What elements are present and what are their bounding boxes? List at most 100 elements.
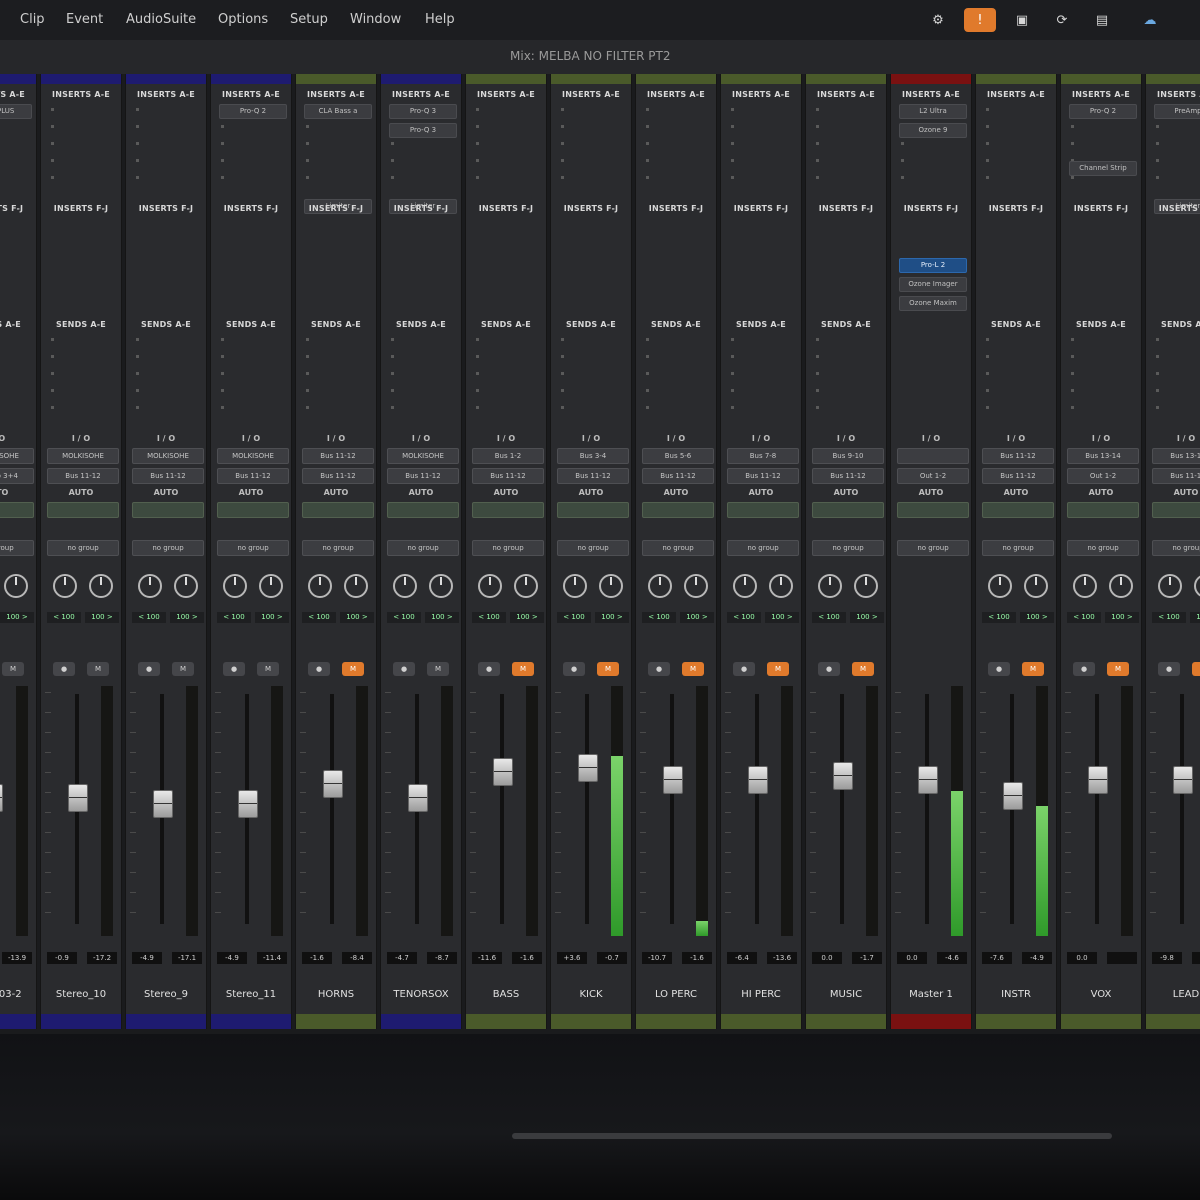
group-selector[interactable]: no group [387, 540, 459, 556]
solo-mute-button[interactable]: M [427, 662, 449, 676]
track-name[interactable]: INSTR [976, 989, 1056, 1000]
send-slots[interactable] [51, 338, 55, 423]
solo-mute-button[interactable]: M [1107, 662, 1129, 676]
track-name[interactable]: MUSIC [806, 989, 886, 1000]
send-slots[interactable] [816, 338, 820, 423]
record-enable-button[interactable]: ● [818, 662, 840, 676]
group-selector[interactable]: no group [727, 540, 799, 556]
menu-options[interactable]: Options [218, 12, 268, 27]
input-selector[interactable]: MOLKISOHE [132, 448, 204, 464]
pan-right-knob[interactable] [4, 574, 28, 598]
automation-mode-selector[interactable] [472, 502, 544, 518]
send-slots[interactable] [221, 338, 225, 423]
automation-mode-selector[interactable] [132, 502, 204, 518]
automation-mode-selector[interactable] [557, 502, 629, 518]
group-selector[interactable]: no group [47, 540, 119, 556]
insert-slots-a[interactable] [816, 108, 820, 193]
automation-mode-selector[interactable] [1067, 502, 1139, 518]
pan-right-knob[interactable] [344, 574, 368, 598]
volume-fader[interactable] [238, 790, 258, 818]
menu-audiosuite[interactable]: AudioSuite [126, 12, 196, 27]
volume-fader[interactable] [408, 784, 428, 812]
automation-mode-selector[interactable] [1152, 502, 1200, 518]
send-slots[interactable] [391, 338, 395, 423]
pan-right-knob[interactable] [259, 574, 283, 598]
record-enable-button[interactable]: ● [393, 662, 415, 676]
insert-plugin[interactable]: Pro-Q 3 [389, 123, 457, 138]
automation-mode-selector[interactable] [727, 502, 799, 518]
volume-fader[interactable] [0, 784, 3, 812]
group-selector[interactable]: no group [897, 540, 969, 556]
input-selector[interactable]: MOLKISOHE [47, 448, 119, 464]
insert-slots-a[interactable] [561, 108, 565, 193]
insert-plugin[interactable]: Pro-Q 2 [1069, 104, 1137, 119]
output-selector[interactable]: Bus 11-12 [47, 468, 119, 484]
insert-plugin[interactable]: Pro-Q 2 [219, 104, 287, 119]
pan-right-knob[interactable] [599, 574, 623, 598]
volume-fader[interactable] [1173, 766, 1193, 794]
track-name[interactable]: KICK [551, 989, 631, 1000]
automation-mode-selector[interactable] [642, 502, 714, 518]
insert-slots-a[interactable] [391, 108, 395, 193]
sync-icon[interactable]: ⟳ [1050, 8, 1074, 32]
volume-fader[interactable] [578, 754, 598, 782]
input-selector[interactable] [897, 448, 969, 464]
pan-left-knob[interactable] [563, 574, 587, 598]
record-enable-button[interactable]: ● [1073, 662, 1095, 676]
record-enable-button[interactable]: ● [308, 662, 330, 676]
pan-left-knob[interactable] [648, 574, 672, 598]
insert-slots-a[interactable] [1156, 108, 1160, 193]
insert-slots-a[interactable] [986, 108, 990, 193]
solo-mute-button[interactable]: M [1192, 662, 1200, 676]
menu-window[interactable]: Window [350, 12, 401, 27]
send-slots[interactable] [136, 338, 140, 423]
output-selector[interactable]: Bus 11-12 [557, 468, 629, 484]
group-selector[interactable]: no group [812, 540, 884, 556]
automation-mode-selector[interactable] [47, 502, 119, 518]
track-name[interactable]: LEAD [1146, 989, 1200, 1000]
track-name[interactable]: Stereo_11 [211, 989, 291, 1000]
pan-left-knob[interactable] [1073, 574, 1097, 598]
pan-left-knob[interactable] [393, 574, 417, 598]
output-selector[interactable]: Bus 11-12 [1152, 468, 1200, 484]
record-enable-button[interactable]: ● [988, 662, 1010, 676]
pan-left-knob[interactable] [223, 574, 247, 598]
record-enable-button[interactable]: ● [733, 662, 755, 676]
track-name[interactable]: BASS [466, 989, 546, 1000]
pan-left-knob[interactable] [988, 574, 1012, 598]
pan-right-knob[interactable] [1194, 574, 1200, 598]
solo-mute-button[interactable]: M [87, 662, 109, 676]
pan-left-knob[interactable] [478, 574, 502, 598]
output-selector[interactable]: Bus 11-12 [642, 468, 714, 484]
output-selector[interactable]: Bus 11-12 [387, 468, 459, 484]
record-enable-button[interactable]: ● [138, 662, 160, 676]
track-name[interactable]: HI PERC [721, 989, 801, 1000]
insert-slots-a[interactable] [51, 108, 55, 193]
insert-plugin[interactable]: Channel Strip [1069, 161, 1137, 176]
insert-slots-a[interactable] [646, 108, 650, 193]
input-selector[interactable]: MOLKISOHE [387, 448, 459, 464]
insert-slots-a[interactable] [136, 108, 140, 193]
group-selector[interactable]: no group [0, 540, 34, 556]
volume-fader[interactable] [323, 770, 343, 798]
volume-fader[interactable] [153, 790, 173, 818]
group-selector[interactable]: no group [1067, 540, 1139, 556]
send-slots[interactable] [1071, 338, 1075, 423]
group-selector[interactable]: no group [217, 540, 289, 556]
pan-right-knob[interactable] [514, 574, 538, 598]
input-selector[interactable]: Bus 5-6 [642, 448, 714, 464]
record-enable-button[interactable]: ● [1158, 662, 1180, 676]
input-selector[interactable]: Bus 11-12 [982, 448, 1054, 464]
insert-plugin[interactable]: L2 Ultra [899, 104, 967, 119]
input-selector[interactable]: MOLKISOHE [0, 448, 34, 464]
pan-left-knob[interactable] [1158, 574, 1182, 598]
send-slots[interactable] [306, 338, 310, 423]
pan-left-knob[interactable] [138, 574, 162, 598]
output-selector[interactable]: Bus 11-12 [727, 468, 799, 484]
output-selector[interactable]: Bus 11-12 [302, 468, 374, 484]
input-selector[interactable]: Bus 7-8 [727, 448, 799, 464]
picture-icon[interactable]: ▤ [1090, 8, 1114, 32]
track-name[interactable]: Stereo_10 [41, 989, 121, 1000]
automation-mode-selector[interactable] [812, 502, 884, 518]
volume-fader[interactable] [663, 766, 683, 794]
